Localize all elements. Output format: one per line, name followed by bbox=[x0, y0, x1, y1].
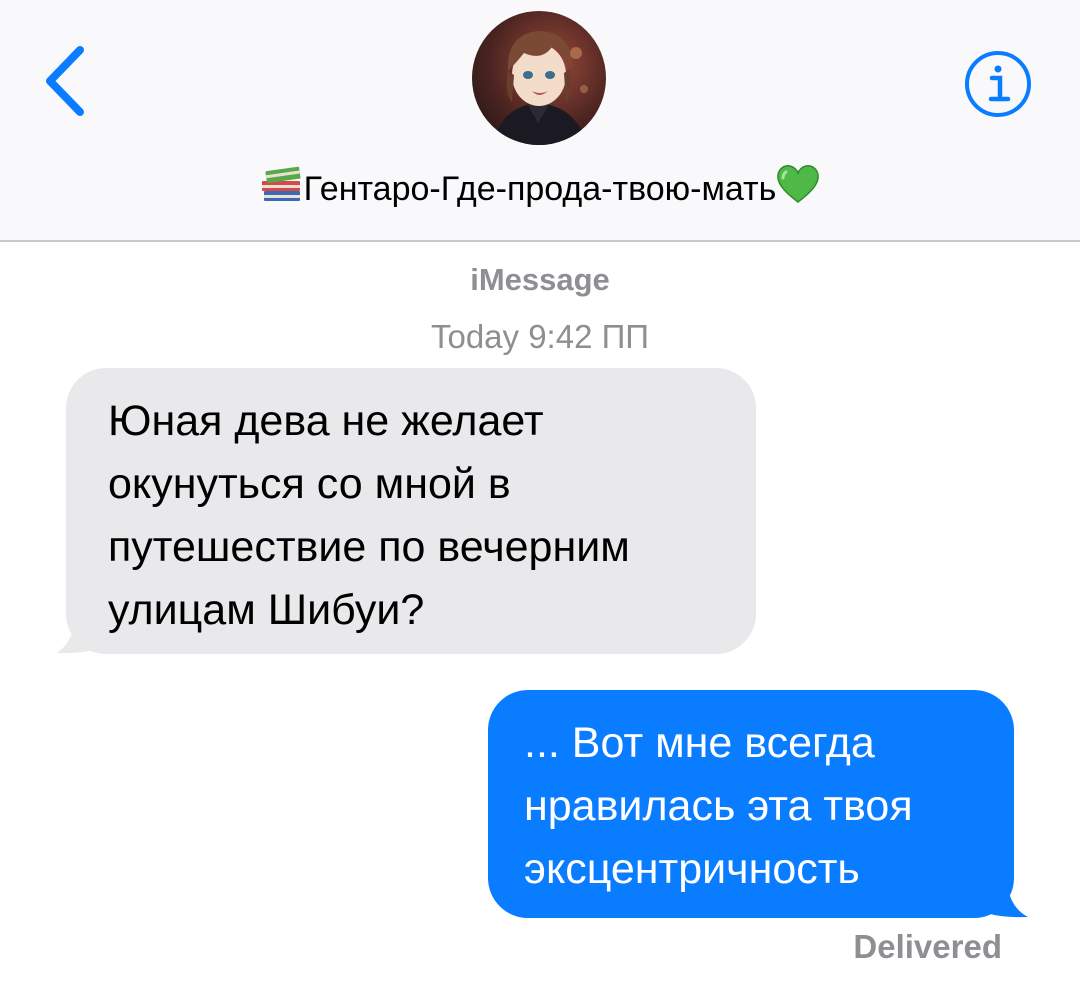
chevron-left-icon[interactable] bbox=[40, 44, 90, 118]
contact-avatar[interactable] bbox=[472, 11, 606, 145]
incoming-message-text: Юная дева не желает окунуться со мной в … bbox=[108, 397, 630, 634]
outgoing-bubble-tail bbox=[982, 870, 1028, 918]
contact-name-row[interactable]: Гентаро-Где-прода-твою-мать bbox=[0, 164, 1080, 209]
outgoing-message-text: ... Вот мне всегда нравилась эта твоя эк… bbox=[524, 719, 913, 893]
contact-name: Гентаро-Где-прода-твою-мать bbox=[303, 170, 777, 208]
books-emoji-icon bbox=[261, 166, 301, 201]
message-timestamp: Today 9:42 ПП bbox=[430, 318, 650, 355]
outgoing-message-bubble[interactable]: ... Вот мне всегда нравилась эта твоя эк… bbox=[488, 690, 1014, 918]
incoming-bubble-tail bbox=[56, 606, 100, 654]
green-heart-emoji-icon bbox=[777, 165, 820, 203]
incoming-message-bubble[interactable]: Юная дева не желает окунуться со мной в … bbox=[66, 368, 756, 654]
conversation-header: Гентаро-Где-прода-твою-мать bbox=[0, 0, 1080, 242]
delivery-status: Delivered bbox=[853, 928, 1002, 965]
info-circle-icon[interactable] bbox=[964, 50, 1032, 118]
service-label: iMessage bbox=[470, 262, 610, 297]
